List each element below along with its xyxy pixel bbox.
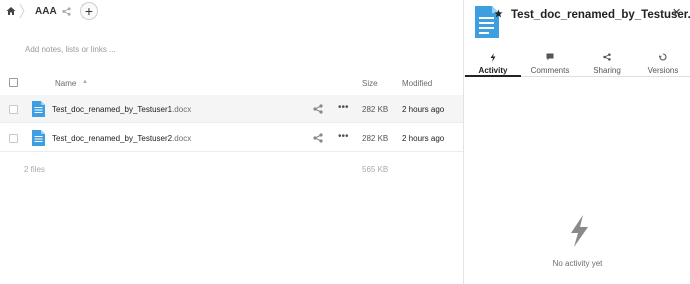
empty-activity-text: No activity yet xyxy=(552,259,603,268)
breadcrumb: AAA xyxy=(5,3,89,19)
history-icon xyxy=(635,53,690,65)
row-checkbox[interactable] xyxy=(9,105,18,114)
row-checkbox[interactable] xyxy=(9,134,18,143)
tab-label: Activity xyxy=(478,66,508,75)
tab-label: Versions xyxy=(647,66,679,75)
share-icon xyxy=(579,53,635,65)
file-basename: Test_doc_renamed_by_Testuser1 xyxy=(52,105,173,114)
file-name[interactable]: Test_doc_renamed_by_Testuser2.docx xyxy=(52,134,191,143)
file-modified: 2 hours ago xyxy=(402,105,445,114)
more-icon[interactable]: ••• xyxy=(338,102,349,113)
table-row[interactable]: Test_doc_renamed_by_Testuser2.docx ••• 2… xyxy=(0,124,463,152)
share-icon[interactable] xyxy=(61,5,73,17)
tab-comments[interactable]: Comments xyxy=(522,50,578,77)
share-icon[interactable] xyxy=(313,104,323,114)
document-icon xyxy=(32,130,45,146)
file-name[interactable]: Test_doc_renamed_by_Testuser1.docx xyxy=(52,105,191,114)
table-header: Name ▲ Size Modified xyxy=(0,73,463,93)
select-all-checkbox[interactable] xyxy=(9,78,18,87)
tab-sharing[interactable]: Sharing xyxy=(579,50,635,77)
star-icon[interactable] xyxy=(494,9,503,18)
table-row[interactable]: Test_doc_renamed_by_Testuser1.docx ••• 2… xyxy=(0,95,463,123)
tab-activity[interactable]: Activity xyxy=(465,50,521,77)
details-sidebar: Test_doc_renamed_by_Testuser... ✕ Activi… xyxy=(463,0,690,284)
tab-label: Comments xyxy=(530,66,570,75)
file-count: 2 files xyxy=(24,165,45,174)
file-list-area: AAA + Add notes, lists or links ... Name… xyxy=(0,0,463,284)
file-extension: .docx xyxy=(172,134,192,143)
tab-versions[interactable]: Versions xyxy=(635,50,690,77)
file-size: 282 KB xyxy=(362,105,389,114)
tab-label: Sharing xyxy=(593,66,621,75)
comment-icon xyxy=(522,53,578,65)
column-size-header[interactable]: Size xyxy=(362,79,378,88)
plus-icon: + xyxy=(84,3,94,19)
notes-input[interactable]: Add notes, lists or links ... xyxy=(25,45,116,54)
file-size: 282 KB xyxy=(362,134,389,143)
file-summary: 2 files 565 KB xyxy=(0,160,463,180)
new-file-button[interactable]: + xyxy=(80,2,98,20)
document-icon xyxy=(32,101,45,117)
sort-ascending-icon: ▲ xyxy=(82,79,88,85)
column-modified-header[interactable]: Modified xyxy=(402,79,432,88)
home-icon[interactable] xyxy=(5,5,17,17)
lightning-icon xyxy=(571,215,588,247)
sidebar-file-title: Test_doc_renamed_by_Testuser... xyxy=(511,9,690,21)
breadcrumb-folder[interactable]: AAA xyxy=(35,6,57,17)
file-basename: Test_doc_renamed_by_Testuser2 xyxy=(52,134,173,143)
total-size: 565 KB xyxy=(362,165,389,174)
share-icon[interactable] xyxy=(313,133,323,143)
lightning-icon xyxy=(465,53,521,65)
sidebar-tabs: Activity Comments Sharing Versions xyxy=(464,50,690,77)
column-name-header[interactable]: Name xyxy=(55,79,76,88)
close-icon[interactable]: ✕ xyxy=(672,6,681,19)
file-extension: .docx xyxy=(172,105,192,114)
file-modified: 2 hours ago xyxy=(402,134,445,143)
chevron-right-icon xyxy=(17,3,27,19)
more-icon[interactable]: ••• xyxy=(338,131,349,142)
